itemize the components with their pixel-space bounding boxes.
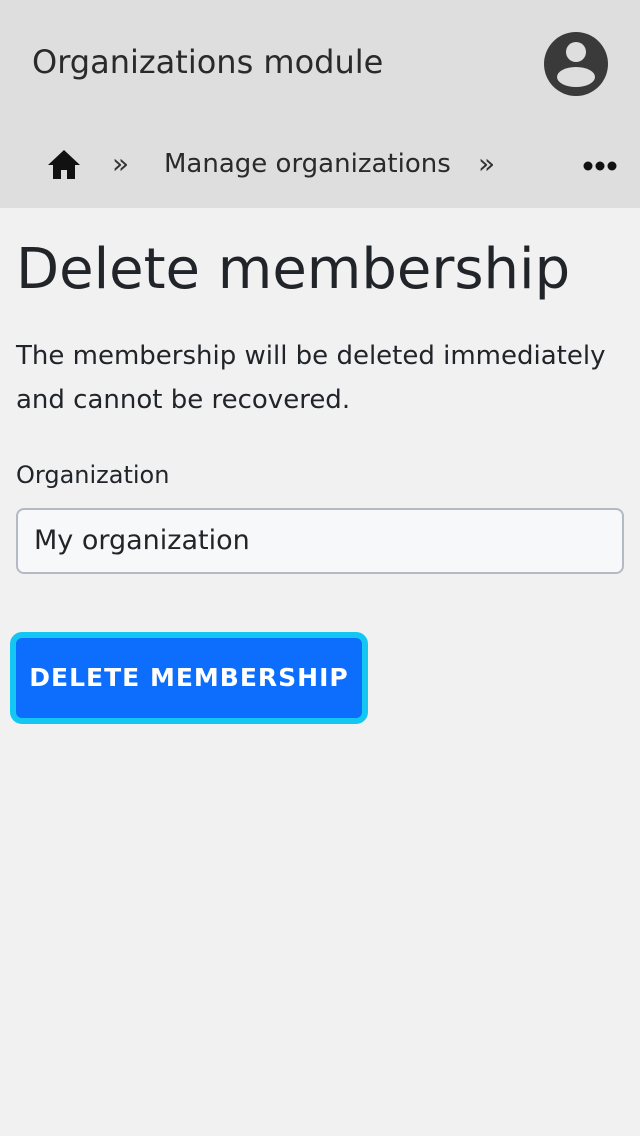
breadcrumb-item-manage-organizations[interactable]: Manage organizations (164, 146, 451, 182)
app-header: Organizations module » Manage organizati… (0, 0, 640, 208)
description-text: The membership will be deleted immediate… (16, 341, 606, 415)
more-dots-icon[interactable] (580, 156, 620, 176)
breadcrumb-separator: » (478, 147, 496, 180)
organization-label: Organization (16, 461, 170, 489)
home-icon[interactable] (46, 148, 82, 182)
user-avatar-icon[interactable] (544, 32, 608, 96)
breadcrumb-separator: » (112, 147, 130, 180)
breadcrumb: » Manage organizations » (0, 130, 640, 200)
page-title: Delete membership (16, 237, 571, 302)
delete-membership-button[interactable]: DELETE MEMBERSHIP (10, 632, 368, 724)
organization-select[interactable]: My organization (16, 508, 624, 574)
app-title: Organizations module (32, 43, 384, 81)
